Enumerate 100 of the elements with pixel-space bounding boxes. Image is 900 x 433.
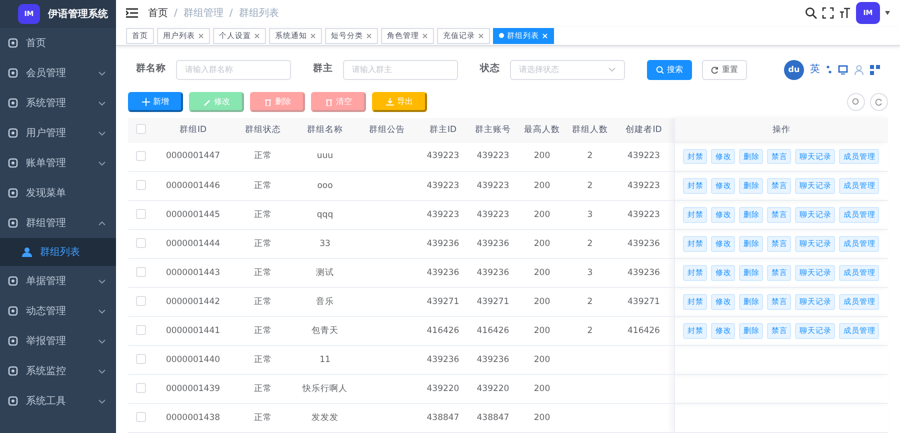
table-cell: 音乐 — [316, 296, 334, 307]
table-cell: 正常 — [254, 354, 272, 365]
table-cell: 200 — [534, 210, 550, 220]
breadcrumb-link[interactable]: 首页 — [148, 6, 168, 21]
table-cell: 3 — [587, 268, 593, 278]
table-cell: 200 — [534, 412, 550, 423]
sidebar-item[interactable]: 会员管理 — [0, 58, 116, 88]
table-cell: 正常 — [254, 238, 272, 249]
column-header: 群主ID — [429, 124, 457, 135]
table-cell: 439220 — [426, 384, 460, 394]
sidebar-item[interactable]: 系统管理 — [0, 88, 116, 118]
ime-mode[interactable]: 英 — [810, 62, 820, 77]
toolbar-button[interactable]: 导出 — [372, 92, 427, 112]
table-cell: 0000001446 — [166, 180, 220, 191]
table-cell: 正常 — [254, 326, 272, 336]
table-cell: 438847 — [426, 412, 460, 423]
table-cell: 11 — [320, 354, 330, 365]
table-cell: 0000001443 — [166, 268, 220, 278]
table-cell: 200 — [534, 268, 550, 278]
table-cell: 快乐行啊人 — [302, 384, 348, 394]
sidebar-item[interactable]: 首页 — [0, 28, 116, 58]
toolbar-button[interactable]: 新增 — [128, 92, 183, 112]
table-cell: 439236 — [476, 268, 510, 278]
table-cell: 0000001439 — [166, 384, 220, 394]
column-header: 群主账号 — [475, 124, 511, 135]
column-header: 操作 — [772, 124, 790, 135]
table-cell: 439236 — [476, 238, 510, 249]
table-cell: 439223 — [476, 210, 510, 220]
sidebar-item[interactable]: 单据管理 — [0, 266, 116, 296]
ime-logo[interactable]: du — [784, 60, 804, 80]
table-cell: 正常 — [254, 210, 272, 220]
table-cell: 200 — [534, 151, 550, 162]
input-field[interactable]: 请输入群主 — [343, 60, 458, 80]
table-cell: 439271 — [476, 296, 510, 307]
field-label: 状态 — [480, 62, 500, 76]
table-cell: 439220 — [476, 384, 510, 394]
table-cell: 439223 — [628, 180, 660, 191]
field-label: 群名称 — [136, 62, 166, 76]
table-cell: 200 — [534, 326, 550, 336]
table-cell: 439223 — [426, 151, 460, 162]
table-cell: 200 — [534, 384, 550, 394]
table-cell: 439271 — [628, 296, 660, 307]
column-header: 最高人数 — [524, 124, 560, 135]
table-cell: 439223 — [628, 151, 660, 162]
sidebar-item[interactable]: 举报管理 — [0, 326, 116, 356]
app-title: 伊语管理系统 — [48, 8, 108, 22]
table-cell: 439236 — [628, 268, 660, 278]
table-cell: 0000001440 — [166, 354, 220, 365]
table-cell: 439223 — [476, 180, 510, 191]
table-cell: 正常 — [254, 268, 272, 278]
table-cell: 439223 — [476, 151, 510, 162]
table-cell: 200 — [534, 354, 550, 365]
table-cell: 测试 — [316, 268, 334, 278]
table-cell: ooo — [317, 180, 333, 191]
table-cell: 438847 — [476, 412, 510, 423]
sidebar-item[interactable]: 系统监控 — [0, 356, 116, 386]
table-cell: qqq — [316, 210, 334, 220]
reset-button[interactable]: 重置 — [702, 60, 747, 80]
sidebar-item[interactable]: 账单管理 — [0, 148, 116, 178]
table-cell: 2 — [587, 151, 593, 162]
table-cell: 0000001441 — [166, 326, 220, 336]
table-cell: uuu — [316, 151, 334, 162]
table-cell: 200 — [534, 180, 550, 191]
breadcrumb-separator: / — [174, 6, 178, 21]
column-header: 群组ID — [179, 124, 207, 135]
sidebar-item[interactable]: 发现菜单 — [0, 178, 116, 208]
table-cell: 0000001445 — [166, 210, 220, 220]
table-cell: 包青天 — [312, 326, 338, 336]
table-cell: 正常 — [254, 384, 272, 394]
column-header: 群组状态 — [245, 124, 281, 135]
table-cell: 0000001447 — [166, 151, 220, 162]
table-cell: 发发发 — [312, 412, 338, 423]
table-cell: 439223 — [426, 210, 460, 220]
table-cell: 正常 — [254, 296, 272, 307]
table-cell: 439236 — [476, 354, 510, 365]
search-button[interactable]: 搜索 — [647, 60, 692, 80]
table-cell: 439236 — [426, 354, 460, 365]
column-header: 群组人数 — [572, 124, 608, 135]
table-cell: 3 — [587, 210, 593, 220]
table-cell: 2 — [587, 238, 593, 249]
table-cell: 0000001444 — [166, 238, 220, 249]
table-cell: 正常 — [254, 151, 272, 162]
select-field[interactable]: 请选择状态 — [510, 60, 625, 80]
table-cell: 2 — [587, 180, 593, 191]
table-cell: 439223 — [628, 210, 660, 220]
table-cell: 200 — [534, 238, 550, 249]
sidebar-subitem[interactable]: 群组列表 — [0, 238, 116, 266]
sidebar-item[interactable]: 系统工具 — [0, 386, 116, 416]
table-cell: 439223 — [426, 180, 460, 191]
table-cell: 0000001438 — [166, 412, 220, 423]
input-field[interactable]: 请输入群名称 — [176, 60, 291, 80]
table-cell: 0000001442 — [166, 296, 220, 307]
table-cell: 416426 — [476, 326, 510, 336]
table-cell: 416426 — [628, 326, 660, 336]
sidebar-item[interactable]: 群组管理 — [0, 208, 116, 238]
field-label: 群主 — [313, 62, 333, 76]
table-cell: 2 — [587, 296, 593, 307]
sidebar-item[interactable]: 动态管理 — [0, 296, 116, 326]
table-cell: 439236 — [628, 238, 660, 249]
sidebar-item[interactable]: 用户管理 — [0, 118, 116, 148]
